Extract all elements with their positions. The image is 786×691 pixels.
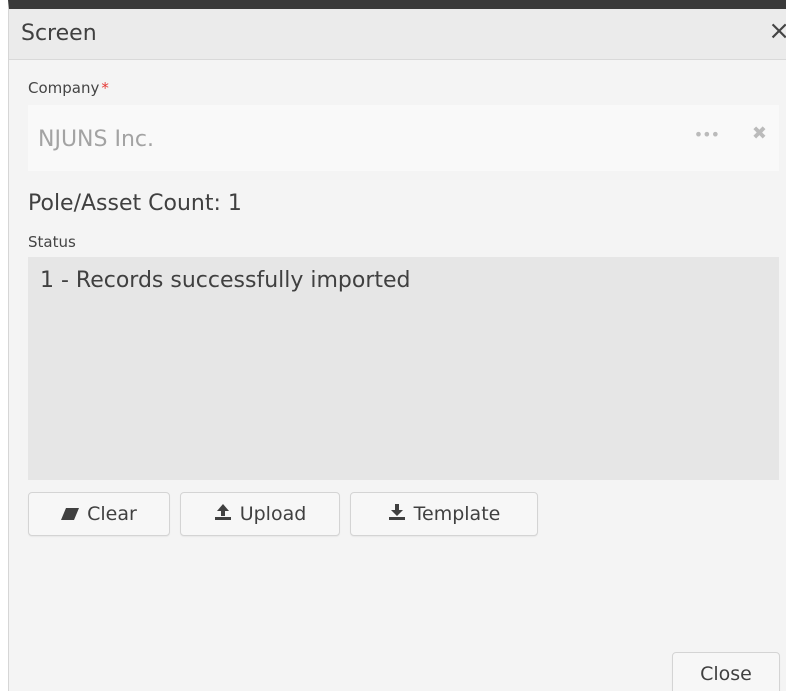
upload-button-label: Upload [239, 503, 307, 525]
status-textarea[interactable]: 1 - Records successfully imported [28, 257, 779, 480]
company-field[interactable]: NJUNS Inc. ••• ✖ [28, 105, 779, 171]
eraser-icon [61, 503, 80, 525]
upload-icon [214, 503, 232, 526]
company-label-text: Company [28, 79, 100, 97]
screen-dialog: Screen × Company* NJUNS Inc. ••• ✖ Pole/… [8, 0, 786, 691]
required-marker: * [101, 79, 109, 97]
close-button[interactable]: Close [672, 652, 780, 691]
download-icon [388, 503, 406, 526]
clear-button-label: Clear [87, 503, 137, 525]
template-button-label: Template [413, 503, 501, 525]
template-button[interactable]: Template [350, 492, 538, 536]
pole-asset-count: Pole/Asset Count: 1 [28, 191, 242, 216]
dialog-titlebar: Screen × [9, 9, 786, 60]
close-icon[interactable]: × [768, 18, 786, 44]
company-label: Company * [28, 79, 109, 97]
upload-button[interactable]: Upload [180, 492, 340, 536]
ellipsis-icon[interactable]: ••• [694, 125, 720, 144]
clear-field-icon[interactable]: ✖ [752, 123, 767, 144]
status-label: Status [28, 233, 76, 251]
clear-button[interactable]: Clear [28, 492, 170, 536]
company-value: NJUNS Inc. [38, 127, 154, 152]
close-button-label: Close [700, 663, 752, 685]
dialog-title: Screen [21, 21, 97, 46]
